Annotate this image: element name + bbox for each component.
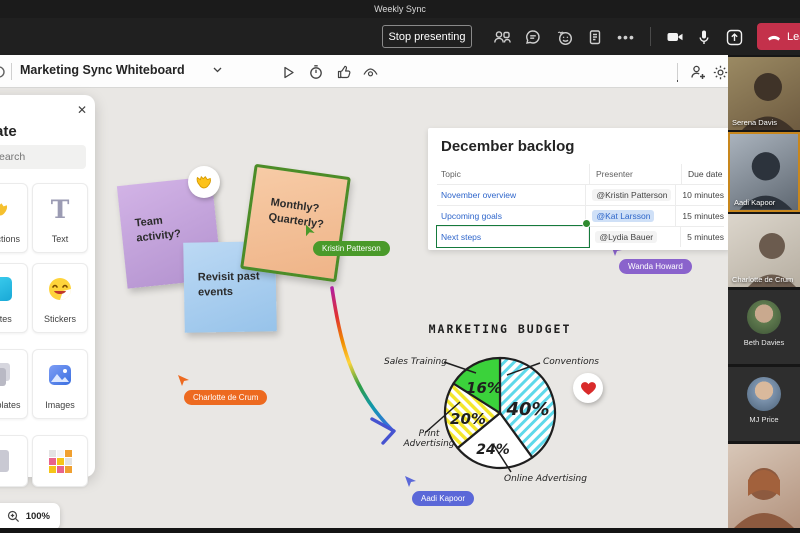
collaborator-tag: Charlotte de Crum bbox=[184, 390, 267, 405]
participant-video[interactable]: Charlotte de Crum bbox=[728, 214, 800, 287]
view-eye-icon[interactable] bbox=[360, 62, 380, 82]
camera-icon[interactable] bbox=[664, 26, 686, 48]
participant-video[interactable]: Serena Davis bbox=[728, 57, 800, 130]
participant-video-active[interactable]: Aadi Kapoor bbox=[728, 132, 800, 212]
tool-text[interactable]: T Text bbox=[32, 183, 88, 253]
components-tool-icon bbox=[33, 446, 87, 476]
pie-value-label: 20% bbox=[450, 410, 486, 428]
create-panel-title: Create bbox=[0, 123, 17, 140]
pie-label-print-advertising: Print Advertising bbox=[398, 429, 460, 449]
pie-label-conventions: Conventions bbox=[543, 357, 599, 367]
meeting-title: Weekly Sync bbox=[374, 4, 426, 14]
collaborator-tag: Wanda Howard bbox=[619, 259, 692, 274]
participant-avatar-tile[interactable]: MJ Price bbox=[728, 367, 800, 441]
leave-button[interactable]: Leave bbox=[757, 23, 800, 50]
heart-icon bbox=[579, 379, 598, 398]
whiteboard-app-icon bbox=[0, 64, 8, 80]
pie-value-label: 40% bbox=[505, 399, 549, 420]
participants-sidebar: Serena Davis Aadi Kapoor Charlotte de Cr… bbox=[728, 55, 800, 528]
collaborator-dot bbox=[582, 219, 591, 228]
pie-value-label: 24% bbox=[476, 442, 510, 458]
mention-pill-selected[interactable]: @Kat Larsson bbox=[592, 210, 654, 222]
reactions-icon[interactable] bbox=[553, 26, 575, 48]
search-input[interactable] bbox=[0, 145, 86, 169]
zoom-level: 100% bbox=[26, 511, 50, 522]
notes-tool-icon bbox=[0, 274, 27, 304]
clap-icon bbox=[193, 171, 215, 193]
stop-presenting-button[interactable]: Stop presenting bbox=[382, 25, 472, 48]
table-row[interactable]: November overview @Kristin Patterson 10 … bbox=[437, 184, 724, 205]
tool-templates[interactable]: Templates bbox=[0, 349, 28, 419]
clap-sticker[interactable] bbox=[188, 166, 220, 198]
sticky-note-orange[interactable]: Monthly? Quarterly? bbox=[240, 164, 351, 282]
board-name[interactable]: Marketing Sync Whiteboard bbox=[20, 63, 185, 77]
table-header-row: Topic Presenter Due date bbox=[437, 164, 724, 184]
chat-icon[interactable] bbox=[522, 26, 544, 48]
mention-pill[interactable]: @Kristin Patterson bbox=[592, 189, 671, 201]
mic-icon[interactable] bbox=[693, 26, 715, 48]
participant-video[interactable] bbox=[728, 444, 800, 528]
collab-cursor bbox=[177, 374, 190, 387]
collaborator-tag: Kristin Patterson bbox=[313, 241, 390, 256]
window-bottom-edge bbox=[0, 528, 800, 533]
table-row[interactable]: Upcoming goals @Kat Larsson 15 minutes bbox=[437, 205, 724, 226]
tool-components[interactable] bbox=[32, 435, 88, 487]
text-tool-icon: T bbox=[33, 194, 87, 224]
tool-notes[interactable]: Notes bbox=[0, 263, 28, 333]
zoom-in-icon[interactable] bbox=[7, 510, 20, 523]
share-icon[interactable] bbox=[723, 26, 745, 48]
collab-selection-outline bbox=[436, 225, 590, 248]
window-titlebar: Weekly Sync bbox=[0, 0, 800, 18]
pie-label-online-advertising: Online Advertising bbox=[504, 474, 587, 484]
participant-silhouette bbox=[728, 444, 800, 528]
marketing-budget-pie[interactable]: 16% 40% 20% 24% bbox=[380, 316, 620, 496]
tool-documents[interactable] bbox=[0, 435, 28, 487]
avatar bbox=[747, 300, 781, 334]
collab-cursor bbox=[303, 225, 316, 238]
participant-avatar-tile[interactable]: Beth Davies bbox=[728, 290, 800, 364]
reactions-tool-icon bbox=[0, 194, 27, 224]
toolbar-divider bbox=[650, 27, 651, 46]
tool-images[interactable]: Images bbox=[32, 349, 88, 419]
pie-label-sales-training: Sales Training bbox=[384, 357, 447, 367]
like-icon[interactable] bbox=[334, 62, 354, 82]
backlog-card[interactable]: December backlog Topic Presenter Due dat… bbox=[428, 128, 730, 250]
stickers-tool-icon bbox=[33, 274, 87, 304]
chevron-down-icon[interactable] bbox=[212, 64, 223, 75]
teams-meeting-window: Weekly Sync Stop presenting bbox=[0, 0, 800, 533]
whiteboard-toolbar: Marketing Sync Whiteboard CW +2 bbox=[0, 55, 728, 88]
hang-up-icon bbox=[766, 29, 782, 45]
topic-link[interactable]: Upcoming goals bbox=[441, 211, 502, 221]
templates-tool-icon bbox=[0, 360, 27, 390]
mention-pill[interactable]: @Lydia Bauer bbox=[595, 231, 657, 243]
toolbar-divider bbox=[11, 63, 12, 80]
topic-link[interactable]: November overview bbox=[441, 190, 516, 200]
images-tool-icon bbox=[33, 360, 87, 390]
settings-gear-icon[interactable] bbox=[710, 62, 730, 82]
zoom-control[interactable]: 100% bbox=[0, 503, 60, 530]
avatar bbox=[747, 377, 781, 411]
tool-stickers[interactable]: Stickers bbox=[32, 263, 88, 333]
participants-icon[interactable] bbox=[491, 26, 513, 48]
add-person-icon[interactable] bbox=[688, 62, 708, 82]
close-icon[interactable]: ✕ bbox=[77, 103, 87, 117]
create-panel: ✕ Create Reactions T Text Notes bbox=[0, 95, 95, 477]
pie-value-label: 16% bbox=[466, 379, 502, 397]
more-icon[interactable]: ••• bbox=[615, 26, 637, 48]
backlog-title: December backlog bbox=[441, 138, 574, 155]
meeting-toolbar: Stop presenting bbox=[0, 18, 800, 55]
present-play-icon[interactable] bbox=[278, 62, 298, 82]
tool-reactions[interactable]: Reactions bbox=[0, 183, 28, 253]
documents-tool-icon bbox=[0, 446, 27, 476]
notes-icon[interactable] bbox=[584, 26, 606, 48]
timer-icon[interactable] bbox=[306, 62, 326, 82]
heart-sticker[interactable] bbox=[573, 373, 603, 403]
toolbar-divider bbox=[677, 63, 678, 80]
